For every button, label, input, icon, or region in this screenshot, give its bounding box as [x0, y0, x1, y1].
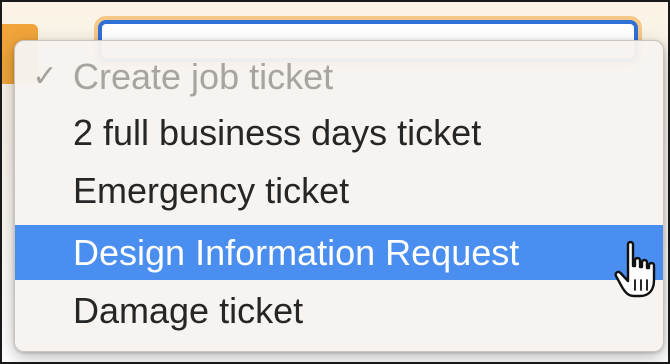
- menu-item-emergency-ticket[interactable]: Emergency ticket: [15, 163, 663, 218]
- checkmark-icon: ✓: [32, 60, 58, 93]
- menu-item-label: Create job ticket: [73, 55, 334, 97]
- menu-item-damage-ticket[interactable]: Damage ticket: [15, 283, 663, 338]
- menu-item-2-full-business-days-ticket[interactable]: 2 full business days ticket: [15, 105, 663, 160]
- ticket-type-dropdown-menu: ✓ Create job ticket 2 full business days…: [14, 40, 664, 352]
- menu-item-design-information-request[interactable]: Design Information Request: [15, 225, 663, 280]
- pointing-hand-cursor-icon: [614, 240, 656, 298]
- menu-item-label: Design Information Request: [73, 231, 520, 273]
- menu-item-label: Damage ticket: [73, 289, 304, 331]
- menu-item-label: Emergency ticket: [73, 169, 350, 211]
- menu-item-label: 2 full business days ticket: [73, 111, 482, 153]
- menu-item-create-job-ticket[interactable]: ✓ Create job ticket: [15, 49, 663, 104]
